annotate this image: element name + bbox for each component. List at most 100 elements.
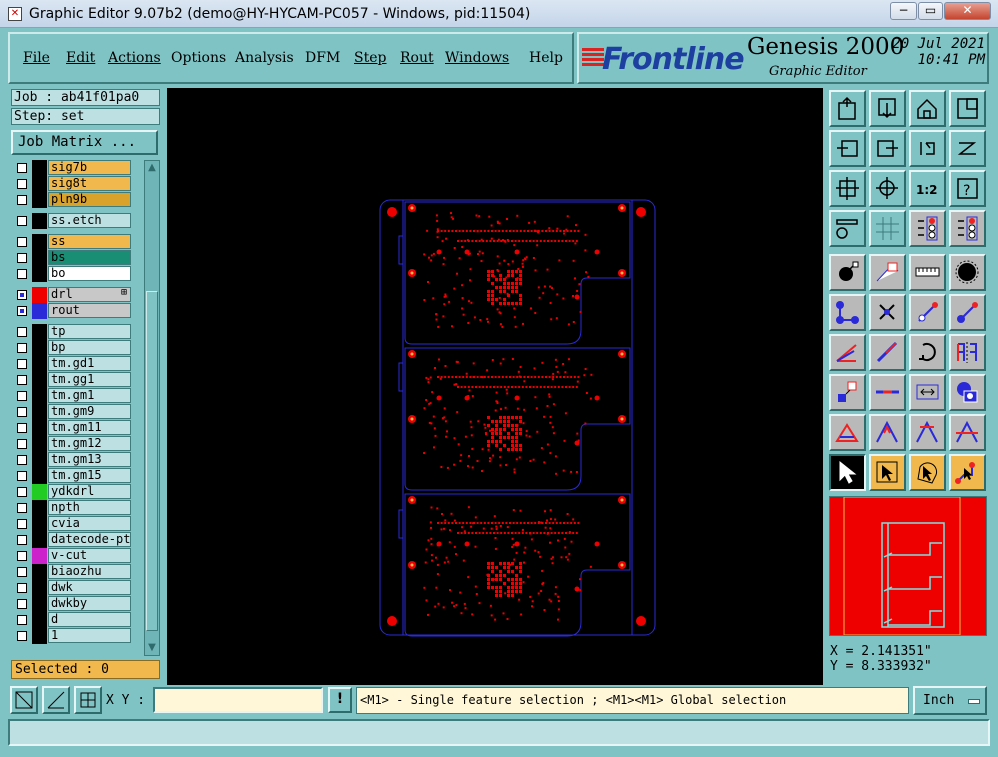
layer-color-swatch[interactable] xyxy=(32,628,47,644)
layer-row-tm.gm15[interactable]: tm.gm15 xyxy=(11,468,139,484)
layer-color-swatch[interactable] xyxy=(32,420,47,436)
layer-name[interactable]: tm.gm1 xyxy=(48,388,131,403)
layer-checkbox[interactable] xyxy=(17,455,27,465)
layer-row-pln9b[interactable]: pln9b xyxy=(11,192,139,208)
layer-color-swatch[interactable] xyxy=(32,266,47,282)
layer-color-swatch[interactable] xyxy=(32,500,47,516)
layer-name[interactable]: dwk xyxy=(48,580,131,595)
layer-name[interactable]: sig8t xyxy=(48,176,131,191)
layer-color-swatch[interactable] xyxy=(32,213,47,229)
layer-toggle-2-button[interactable] xyxy=(949,210,986,247)
layer-name[interactable]: cvia xyxy=(48,516,131,531)
layer-checkbox[interactable] xyxy=(17,439,27,449)
layer-name[interactable]: sig7b xyxy=(48,160,131,175)
layer-checkbox[interactable] xyxy=(17,163,27,173)
layer-name[interactable]: bp xyxy=(48,340,131,355)
layer-scrollbar[interactable]: ▲ ▼ xyxy=(144,160,160,656)
grid-button[interactable] xyxy=(869,210,906,247)
grid-snap-icon[interactable] xyxy=(74,686,102,714)
layer-row-sig8t[interactable]: sig8t xyxy=(11,176,139,192)
layer-name[interactable]: tm.gm15 xyxy=(48,468,131,483)
layer-name[interactable]: bo xyxy=(48,266,131,281)
layer-name[interactable]: pln9b xyxy=(48,192,131,207)
line-h-button[interactable] xyxy=(869,374,906,411)
layer-color-swatch[interactable] xyxy=(32,303,47,319)
layer-checkbox[interactable] xyxy=(17,551,27,561)
layer-color-swatch[interactable] xyxy=(32,580,47,596)
overview-map[interactable] xyxy=(829,496,987,636)
layer-row-tm.gm13[interactable]: tm.gm13 xyxy=(11,452,139,468)
layer-checkbox[interactable] xyxy=(17,343,27,353)
layer-checkbox[interactable] xyxy=(17,179,27,189)
measure-button[interactable] xyxy=(829,210,866,247)
layer-checkbox[interactable] xyxy=(17,583,27,593)
layer-color-swatch[interactable] xyxy=(32,436,47,452)
layer-row-tm.gd1[interactable]: tm.gd1 xyxy=(11,356,139,372)
move-button[interactable] xyxy=(909,294,946,331)
layer-name[interactable]: tm.gm9 xyxy=(48,404,131,419)
layer-checkbox[interactable] xyxy=(17,471,27,481)
layer-row-tm.gm1[interactable]: tm.gm1 xyxy=(11,388,139,404)
ruler-button[interactable] xyxy=(909,254,946,291)
menu-windows[interactable]: Windows xyxy=(445,50,509,66)
select-pointer-button[interactable] xyxy=(829,454,866,491)
menu-step[interactable]: Step xyxy=(354,50,386,66)
layer-checkbox[interactable] xyxy=(17,195,27,205)
layer-checkbox[interactable] xyxy=(17,567,27,577)
move-nodes-button[interactable] xyxy=(829,294,866,331)
layer-checkbox[interactable] xyxy=(17,216,27,226)
layer-color-swatch[interactable] xyxy=(32,356,47,372)
alert-button[interactable]: ! xyxy=(328,687,352,713)
layer-name[interactable]: tm.gm13 xyxy=(48,452,131,467)
layer-color-swatch[interactable] xyxy=(32,324,47,340)
scroll-up-icon[interactable]: ▲ xyxy=(146,162,158,174)
pan-right-button[interactable] xyxy=(869,130,906,167)
layer-color-swatch[interactable] xyxy=(32,388,47,404)
layer-row-bp[interactable]: bp xyxy=(11,340,139,356)
layer-row-sig7b[interactable]: sig7b xyxy=(11,160,139,176)
center-button[interactable] xyxy=(869,170,906,207)
layer-checkbox[interactable] xyxy=(17,519,27,529)
layer-name[interactable]: bs xyxy=(48,250,131,265)
menu-help[interactable]: Help xyxy=(529,50,563,66)
layer-row-biaozhu[interactable]: biaozhu xyxy=(11,564,139,580)
layer-name[interactable]: rout xyxy=(48,303,131,318)
layer-row-ydkdrl[interactable]: ydkdrl xyxy=(11,484,139,500)
layer-checkbox[interactable] xyxy=(17,487,27,497)
minimize-button[interactable]: − xyxy=(890,2,917,20)
menu-actions[interactable]: Actions xyxy=(108,50,161,66)
window-button[interactable] xyxy=(949,90,986,127)
layer-row-bo[interactable]: bo xyxy=(11,266,139,282)
unit-select[interactable]: Inch xyxy=(913,686,987,715)
layer-color-swatch[interactable] xyxy=(32,176,47,192)
layer-name[interactable]: drl xyxy=(48,287,131,302)
layer-name[interactable]: tm.gm11 xyxy=(48,420,131,435)
snap-icon[interactable] xyxy=(10,686,38,714)
layer-color-swatch[interactable] xyxy=(32,548,47,564)
layer-name[interactable]: tm.gg1 xyxy=(48,372,131,387)
layer-color-swatch[interactable] xyxy=(32,160,47,176)
layer-checkbox[interactable] xyxy=(17,391,27,401)
layer-checkbox[interactable] xyxy=(17,423,27,433)
copy-button[interactable] xyxy=(829,374,866,411)
fit-button[interactable] xyxy=(829,170,866,207)
layer-name[interactable]: tm.gm12 xyxy=(48,436,131,451)
layer-checkbox[interactable] xyxy=(17,306,27,316)
layer-row-tm.gm11[interactable]: tm.gm11 xyxy=(11,420,139,436)
layer-color-swatch[interactable] xyxy=(32,612,47,628)
layer-checkbox[interactable] xyxy=(17,503,27,513)
pcb-panel-drawing[interactable] xyxy=(167,88,823,685)
help-button[interactable]: ? xyxy=(949,170,986,207)
layer-name[interactable]: 1 xyxy=(48,628,131,643)
layer-color-swatch[interactable] xyxy=(32,340,47,356)
layer-checkbox[interactable] xyxy=(17,269,27,279)
layer-color-swatch[interactable] xyxy=(32,468,47,484)
layer-checkbox[interactable] xyxy=(17,407,27,417)
select-net-button[interactable] xyxy=(909,454,946,491)
zoom-in-button[interactable] xyxy=(869,90,906,127)
add-pad-button[interactable] xyxy=(829,254,866,291)
layer-checkbox[interactable] xyxy=(17,535,27,545)
mirror-button[interactable] xyxy=(949,334,986,371)
select-path-button[interactable] xyxy=(949,454,986,491)
layer-color-swatch[interactable] xyxy=(32,596,47,612)
